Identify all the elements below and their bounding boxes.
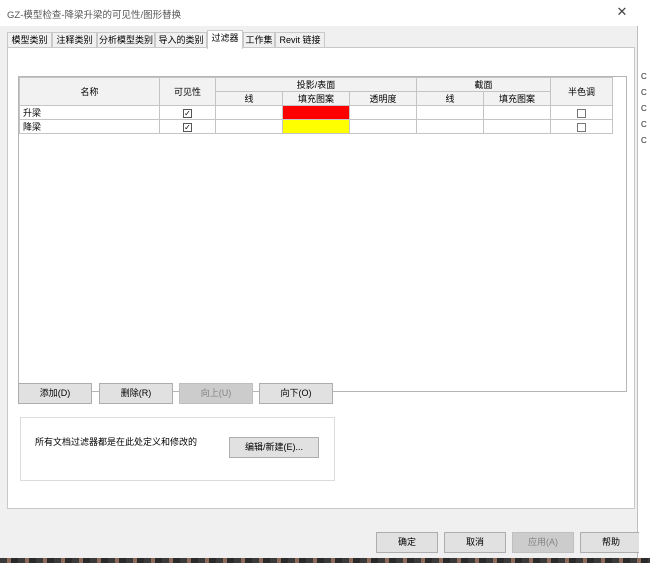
apply-button[interactable]: 应用(A) <box>512 532 574 553</box>
halftone-checkbox[interactable] <box>577 108 586 118</box>
tab-filters[interactable]: 过滤器 <box>207 30 243 49</box>
background-window-edge <box>639 0 650 563</box>
move-up-button[interactable]: 向上(U) <box>179 383 253 404</box>
col-header-proj-fill[interactable]: 填充图案 <box>282 91 350 106</box>
visibility-checkbox[interactable]: ✓ <box>183 108 192 118</box>
help-button[interactable]: 帮助 <box>580 532 642 553</box>
tab-analytical-model-categories[interactable]: 分析模型类别 <box>97 32 155 48</box>
header-row-1: 名称 可见性 投影/表面 截面 半色调 <box>19 77 613 106</box>
visibility-cell[interactable]: ✓ <box>159 105 216 120</box>
tab-revit-links[interactable]: Revit 链接 <box>275 32 325 48</box>
background-text: C <box>641 120 647 129</box>
background-text: C <box>641 136 647 145</box>
title-bar: GZ-模型检查-降梁升梁的可见性/图形替换 ✕ <box>0 0 638 26</box>
tab-model-categories[interactable]: 模型类别 <box>7 32 52 48</box>
col-header-projection-surface: 投影/表面 <box>215 77 417 92</box>
edit-new-button[interactable]: 编辑/新建(E)... <box>229 437 319 458</box>
proj-line-cell[interactable] <box>215 105 283 120</box>
visibility-graphics-dialog: GZ-模型检查-降梁升梁的可见性/图形替换 ✕ 模型类别 注释类别 分析模型类别… <box>0 0 642 563</box>
filter-info-message: 所有文档过滤器都是在此处定义和修改的 <box>35 437 198 447</box>
window-title: GZ-模型检查-降梁升梁的可见性/图形替换 <box>7 10 182 21</box>
filter-info-box: 所有文档过滤器都是在此处定义和修改的 编辑/新建(E)... <box>20 417 335 481</box>
cut-fill-cell[interactable] <box>483 105 551 120</box>
cut-line-cell[interactable] <box>416 105 484 120</box>
visibility-checkbox[interactable]: ✓ <box>183 122 192 132</box>
col-header-halftone[interactable]: 半色调 <box>550 77 613 106</box>
cancel-button[interactable]: 取消 <box>444 532 506 553</box>
tab-imported-categories[interactable]: 导入的类别 <box>155 32 207 48</box>
filter-name[interactable]: 升梁 <box>19 105 160 120</box>
background-text: C <box>641 72 647 81</box>
filters-panel: 名称 可见性 投影/表面 截面 半色调 线 填充图案 透明度 线 填充图案 升梁 <box>7 47 635 509</box>
proj-line-cell[interactable] <box>215 119 283 134</box>
halftone-cell[interactable] <box>550 119 613 134</box>
background-text: C <box>641 88 647 97</box>
filter-name[interactable]: 降梁 <box>19 119 160 134</box>
col-header-cut-fill[interactable]: 填充图案 <box>483 91 551 106</box>
cut-line-cell[interactable] <box>416 119 484 134</box>
col-header-cut-line[interactable]: 线 <box>416 91 484 106</box>
tab-worksets[interactable]: 工作集 <box>243 32 275 48</box>
col-header-cut: 截面 <box>416 77 551 92</box>
proj-transparency-cell[interactable] <box>349 119 417 134</box>
filters-table: 名称 可见性 投影/表面 截面 半色调 线 填充图案 透明度 线 填充图案 升梁 <box>18 76 627 392</box>
table-row[interactable]: 升梁 ✓ <box>19 105 613 120</box>
halftone-cell[interactable] <box>550 105 613 120</box>
col-header-proj-transparency[interactable]: 透明度 <box>349 91 417 106</box>
proj-fill-swatch[interactable] <box>282 119 350 134</box>
close-icon[interactable]: ✕ <box>614 4 630 20</box>
halftone-checkbox[interactable] <box>577 122 586 132</box>
proj-fill-swatch[interactable] <box>282 105 350 120</box>
col-header-name[interactable]: 名称 <box>19 77 160 106</box>
background-text: C <box>641 104 647 113</box>
proj-transparency-cell[interactable] <box>349 105 417 120</box>
tab-annotation-categories[interactable]: 注释类别 <box>52 32 97 48</box>
col-header-visibility[interactable]: 可见性 <box>159 77 216 106</box>
visibility-cell[interactable]: ✓ <box>159 119 216 134</box>
ok-button[interactable]: 确定 <box>376 532 438 553</box>
col-header-proj-line[interactable]: 线 <box>215 91 283 106</box>
move-down-button[interactable]: 向下(O) <box>259 383 333 404</box>
table-row[interactable]: 降梁 ✓ <box>19 119 613 134</box>
delete-button[interactable]: 删除(R) <box>99 383 173 404</box>
background-taskbar-edge <box>0 558 650 563</box>
cut-fill-cell[interactable] <box>483 119 551 134</box>
add-button[interactable]: 添加(D) <box>18 383 92 404</box>
